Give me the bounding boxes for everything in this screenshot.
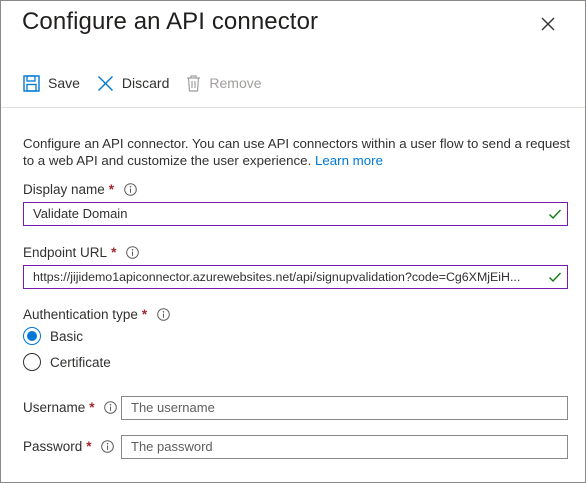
save-label: Save — [48, 75, 80, 91]
save-button[interactable]: Save — [23, 74, 80, 92]
endpoint-url-input[interactable]: https://jijidemo1apiconnector.azurewebsi… — [23, 265, 568, 289]
radio-basic-label: Basic — [50, 328, 84, 344]
username-label: Username — [23, 400, 86, 415]
radio-button[interactable] — [23, 353, 41, 371]
required-marker: * — [141, 307, 148, 322]
info-icon[interactable] — [100, 440, 114, 453]
endpoint-url-label-row: Endpoint URL * — [23, 245, 140, 260]
close-button[interactable] — [538, 14, 558, 34]
radio-basic[interactable]: Basic — [23, 327, 83, 345]
info-icon[interactable] — [124, 183, 137, 196]
command-bar: Save Discard Remove — [23, 71, 279, 95]
info-icon[interactable] — [103, 401, 117, 414]
radio-button-selected[interactable] — [23, 327, 41, 345]
valid-check-icon — [549, 272, 562, 283]
remove-label: Remove — [209, 75, 262, 91]
discard-button[interactable]: Discard — [97, 75, 169, 92]
required-marker: * — [111, 245, 117, 260]
valid-check-icon — [549, 209, 562, 220]
remove-button[interactable]: Remove — [186, 74, 262, 92]
display-name-label: Display name — [23, 182, 105, 197]
discard-icon — [97, 75, 113, 91]
password-label-row: Password * — [23, 439, 114, 454]
password-input[interactable]: The password — [121, 435, 568, 459]
required-marker: * — [86, 439, 92, 454]
info-icon[interactable] — [126, 246, 140, 259]
display-name-label-row: Display name * — [23, 182, 137, 197]
username-label-row: Username * — [23, 400, 117, 415]
trash-icon — [187, 74, 201, 92]
display-name-value: Validate Domain — [33, 206, 128, 221]
display-name-input[interactable]: Validate Domain — [23, 202, 568, 226]
radio-certificate[interactable]: Certificate — [23, 353, 111, 371]
required-marker: * — [89, 400, 95, 415]
save-icon — [23, 74, 40, 92]
info-icon[interactable] — [157, 308, 170, 321]
password-label: Password — [23, 439, 83, 454]
description: Configure an API connector. You can use … — [23, 135, 573, 169]
endpoint-url-value: https://jijidemo1apiconnector.azurewebsi… — [33, 270, 521, 284]
auth-type-label: Authentication type — [23, 307, 138, 322]
username-input[interactable]: The username — [121, 396, 568, 420]
password-placeholder: The password — [131, 439, 213, 454]
close-icon — [541, 17, 555, 31]
username-placeholder: The username — [131, 400, 215, 415]
toolbar-divider — [1, 107, 585, 108]
auth-type-label-row: Authentication type * — [23, 307, 170, 322]
configure-api-connector-panel: Configure an API connector Save Discard … — [0, 0, 586, 483]
radio-certificate-label: Certificate — [50, 354, 111, 370]
discard-label: Discard — [121, 75, 170, 91]
description-text: Configure an API connector. You can use … — [23, 136, 570, 168]
panel-title: Configure an API connector — [22, 8, 319, 35]
required-marker: * — [108, 182, 115, 197]
learn-more-link[interactable]: Learn more — [315, 153, 383, 168]
endpoint-url-label: Endpoint URL — [23, 245, 108, 260]
